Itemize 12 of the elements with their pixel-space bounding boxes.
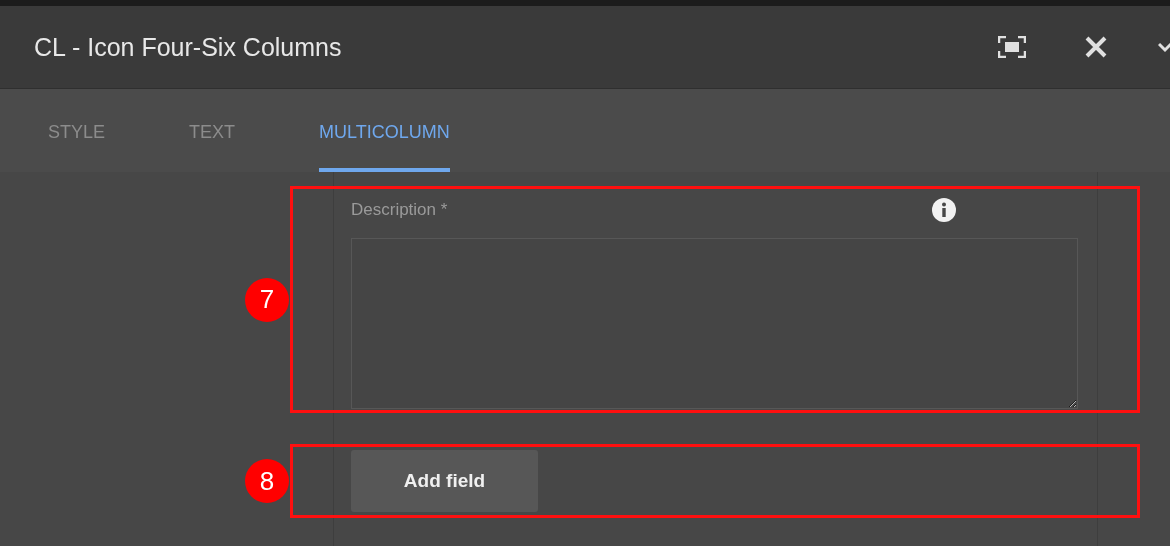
chevron-down-icon[interactable] — [1158, 41, 1170, 53]
tab[interactable]: STYLE — [48, 89, 106, 172]
tab[interactable]: TEXT — [189, 89, 236, 172]
add-field-button[interactable]: Add field — [351, 450, 538, 512]
close-icon[interactable] — [1084, 35, 1108, 59]
window-title: CL - Icon Four-Six Columns — [34, 32, 342, 62]
annotation-number: 7 — [245, 277, 289, 322]
tab[interactable]: MULTICOLUMN — [319, 89, 450, 172]
field-label: Description * — [351, 200, 448, 220]
annotation-number: 8 — [245, 459, 289, 503]
info-icon[interactable] — [932, 198, 956, 222]
fullscreen-icon[interactable] — [998, 36, 1026, 58]
